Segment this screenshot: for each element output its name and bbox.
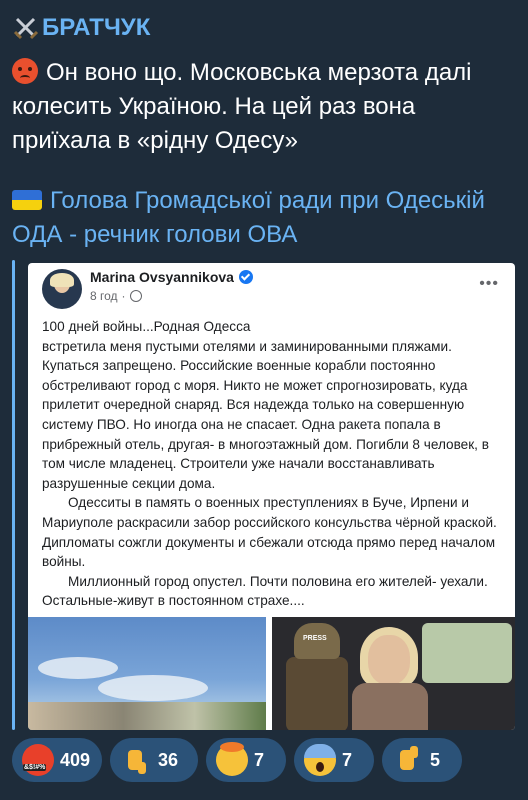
post-author: Marina Ovsyannikova	[90, 269, 253, 285]
post-paragraph: Миллионный город опустел. Почти половина…	[42, 573, 488, 609]
reaction-count: 409	[60, 749, 91, 770]
reaction-count: 36	[158, 749, 179, 770]
photo-odesa-sky	[28, 617, 266, 730]
crossed-swords-icon	[13, 17, 39, 40]
press-helmet-icon	[294, 623, 340, 659]
exploding-head-icon	[216, 742, 248, 776]
photo-in-car	[272, 617, 515, 730]
post-paragraph: 100 дней войны...Родная Одесса	[42, 319, 251, 334]
reaction-count: 7	[342, 749, 353, 770]
post-author-name: Marina Ovsyannikova	[90, 269, 234, 285]
message-text: Он воно що. Московська мерзота далі коле…	[12, 56, 517, 158]
globe-icon	[129, 290, 142, 302]
thumbs-up-icon	[392, 744, 424, 776]
reaction-thumbs-down[interactable]: 36	[110, 738, 198, 782]
message-line-2: Голова Громадської ради при Одеській ОДА…	[12, 187, 485, 248]
reaction-exploding-head[interactable]: 7	[206, 738, 286, 782]
message-line-1: Он воно що. Московська мерзота далі коле…	[12, 59, 472, 154]
post-paragraph: Одесситы в память о военных преступления…	[42, 495, 497, 570]
avatar	[42, 269, 82, 309]
verified-badge-icon	[238, 270, 253, 284]
reaction-thumbs-up[interactable]: 5	[382, 738, 462, 782]
reaction-count: 7	[254, 749, 265, 770]
post-paragraph: встретила меня пустыми отелями и заминир…	[42, 338, 489, 491]
message-link-text[interactable]: Голова Громадської ради при Одеській ОДА…	[12, 184, 517, 252]
reaction-screaming[interactable]: 7	[294, 738, 374, 782]
facebook-post-screenshot[interactable]: Marina Ovsyannikova 8 год · ••• 100 дней…	[28, 263, 515, 730]
more-options-icon: •••	[479, 275, 499, 292]
ukraine-flag-icon	[12, 190, 42, 210]
thumbs-down-icon	[120, 744, 152, 776]
post-time: 8 год	[90, 289, 118, 303]
channel-name[interactable]: БРАТЧУК	[12, 14, 150, 42]
screaming-face-icon	[304, 744, 336, 776]
angry-cursing-face-icon	[22, 744, 54, 776]
media-accent-bar	[12, 260, 15, 730]
post-body: 100 дней войны...Родная Одесса встретила…	[42, 317, 507, 611]
reaction-count: 5	[430, 749, 441, 770]
channel-title: БРАТЧУК	[42, 14, 151, 41]
angry-face-icon	[12, 58, 38, 84]
reactions-bar: 409 36 7 7 5	[12, 738, 462, 782]
post-meta: 8 год ·	[90, 289, 142, 303]
reaction-angry[interactable]: 409	[12, 738, 102, 782]
telegram-message: БРАТЧУК Он воно що. Московська мерзота д…	[0, 0, 528, 800]
